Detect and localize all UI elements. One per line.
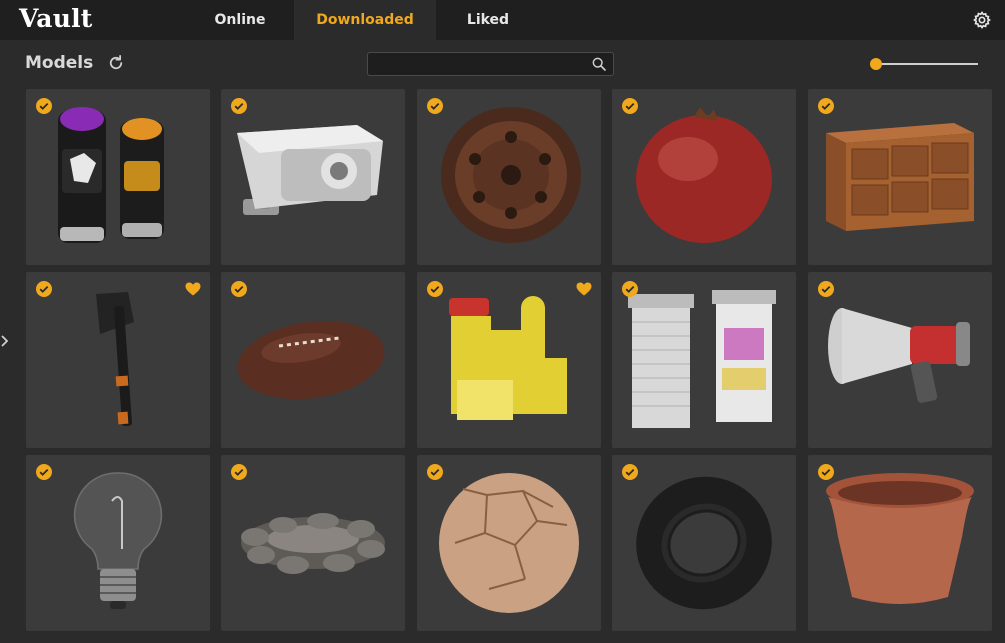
pomegranate-thumbnail — [636, 107, 772, 243]
slider-track — [874, 63, 978, 65]
light-bulb-thumbnail — [73, 472, 163, 609]
tab-online[interactable]: Online — [190, 0, 290, 40]
model-card-security-camera[interactable] — [221, 89, 405, 265]
rugby-ball-thumbnail — [237, 320, 385, 400]
check-circle-icon — [231, 281, 247, 297]
tab-downloaded[interactable]: Downloaded — [294, 0, 436, 40]
leather-football-thumbnail — [439, 473, 579, 613]
check-circle-icon — [622, 98, 638, 114]
security-camera-thumbnail — [237, 125, 383, 215]
tab-liked[interactable]: Liked — [440, 0, 536, 40]
model-card-pomegranate[interactable] — [612, 89, 796, 265]
refresh-icon[interactable] — [107, 54, 125, 72]
check-circle-icon — [231, 98, 247, 114]
check-circle-icon — [622, 281, 638, 297]
model-card-megaphone[interactable] — [808, 272, 992, 448]
thumbnail-size-slider[interactable] — [870, 56, 980, 72]
axe-thumbnail — [96, 292, 134, 427]
search-input[interactable] — [374, 55, 579, 73]
model-card-fire-pit[interactable] — [221, 455, 405, 631]
drain-unblocker-thumbnail — [449, 296, 567, 420]
slider-thumb[interactable] — [870, 58, 882, 70]
check-circle-icon — [427, 98, 443, 114]
drawer-cabinet-thumbnail — [826, 123, 974, 231]
model-card-wheel-rim[interactable] — [417, 89, 601, 265]
chevron-right-icon[interactable] — [0, 334, 10, 348]
model-card-drain-unblocker[interactable] — [417, 272, 601, 448]
model-card-axe[interactable] — [26, 272, 210, 448]
check-circle-icon — [36, 281, 52, 297]
check-circle-icon — [622, 464, 638, 480]
heart-icon[interactable] — [576, 282, 592, 296]
search-icon[interactable] — [591, 56, 607, 72]
check-circle-icon — [36, 98, 52, 114]
heart-icon[interactable] — [185, 282, 201, 296]
check-circle-icon — [818, 281, 834, 297]
model-card-leather-football[interactable] — [417, 455, 601, 631]
fire-pit-thumbnail — [241, 513, 385, 574]
app-logo: Vault — [19, 4, 93, 33]
model-grid — [26, 89, 998, 643]
model-card-light-bulb[interactable] — [26, 455, 210, 631]
model-card-rugby-ball[interactable] — [221, 272, 405, 448]
model-card-terracotta-pot[interactable] — [808, 455, 992, 631]
megaphone-thumbnail — [828, 308, 970, 403]
wheel-rim-thumbnail — [441, 107, 581, 243]
check-circle-icon — [427, 281, 443, 297]
gear-icon[interactable] — [972, 10, 992, 30]
spray-cans-thumbnail — [58, 107, 164, 243]
model-card-drawer-cabinet[interactable] — [808, 89, 992, 265]
tire-thumbnail — [636, 476, 772, 610]
section-title: Models — [25, 53, 94, 73]
model-card-spray-cans[interactable] — [26, 89, 210, 265]
top-bar: Vault Online Downloaded Liked — [0, 0, 1005, 40]
check-circle-icon — [427, 464, 443, 480]
check-circle-icon — [36, 464, 52, 480]
vault-app: Vault Online Downloaded Liked Models — [0, 0, 1005, 643]
check-circle-icon — [818, 98, 834, 114]
terracotta-pot-thumbnail — [826, 473, 974, 604]
check-circle-icon — [818, 464, 834, 480]
model-card-roller-shutters[interactable] — [612, 272, 796, 448]
search-box — [367, 52, 614, 76]
model-card-tire[interactable] — [612, 455, 796, 631]
roller-shutters-thumbnail — [628, 290, 776, 428]
check-circle-icon — [231, 464, 247, 480]
